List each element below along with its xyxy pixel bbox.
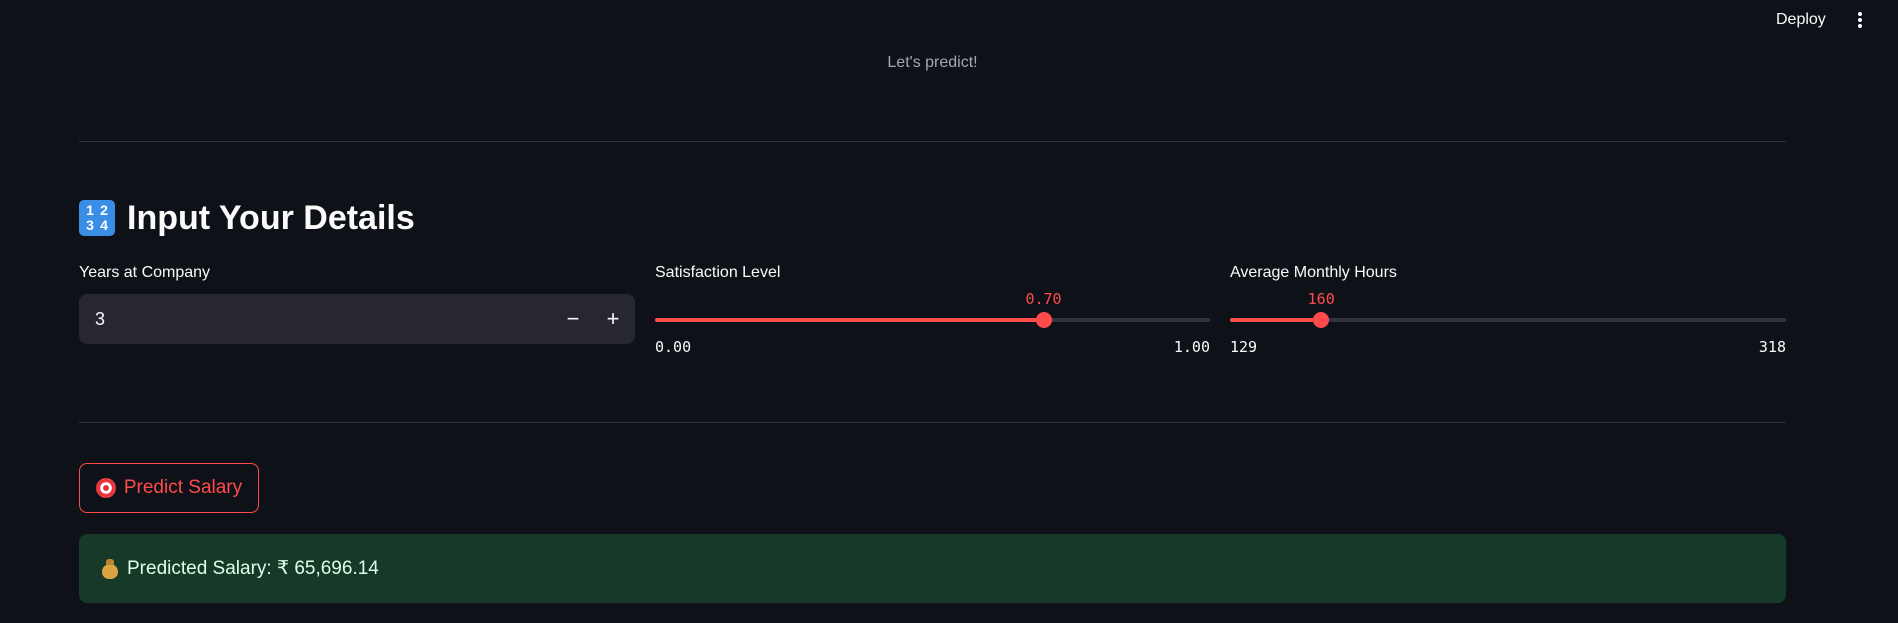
icon-digit: 2 <box>100 202 108 218</box>
prediction-text: Predicted Salary: ₹ 65,696.14 <box>127 558 379 579</box>
hours-label: Average Monthly Hours <box>1230 264 1397 281</box>
divider-bottom <box>79 422 1786 423</box>
decrement-button[interactable]: − <box>557 303 589 335</box>
page-subtitle: Let's predict! <box>887 54 978 71</box>
slider-fill <box>655 318 1044 322</box>
years-label: Years at Company <box>79 264 211 281</box>
satisfaction-slider[interactable]: 0.70 0.00 1.00 <box>655 290 1210 360</box>
section-header: 1 2 3 4 Input Your Details <box>79 196 415 240</box>
divider-top <box>79 141 1786 142</box>
slider-max-value: 318 <box>1758 338 1786 356</box>
slider-current-value: 160 <box>1307 290 1335 308</box>
predict-salary-button[interactable]: Predict Salary <box>79 463 259 513</box>
hours-slider[interactable]: 160 129 318 <box>1230 290 1786 360</box>
predict-button-label: Predict Salary <box>123 477 243 498</box>
slider-min-value: 129 <box>1230 338 1258 356</box>
icon-digit: 3 <box>86 217 94 233</box>
top-toolbar: Deploy <box>0 0 1898 40</box>
slider-current-value: 0.70 <box>1025 290 1062 308</box>
deploy-button[interactable]: Deploy <box>1768 6 1834 34</box>
slider-max-value: 1.00 <box>1173 338 1210 356</box>
slider-min-value: 0.00 <box>655 338 692 356</box>
slider-thumb[interactable] <box>1035 312 1052 328</box>
years-number-input: 3 − + <box>79 294 635 344</box>
slider-fill <box>1230 318 1322 322</box>
kebab-menu-icon[interactable] <box>1850 6 1870 34</box>
section-title: Input Your Details <box>127 198 415 237</box>
years-input-value[interactable]: 3 <box>95 294 105 344</box>
slider-thumb[interactable] <box>1313 312 1330 328</box>
prediction-result: Predicted Salary: ₹ 65,696.14 <box>79 534 1786 603</box>
moneybag-icon <box>101 558 119 579</box>
input-numbers-icon: 1 2 3 4 <box>79 200 115 236</box>
icon-digit: 1 <box>86 202 94 218</box>
icon-digit: 4 <box>100 217 108 233</box>
target-icon <box>95 478 116 498</box>
increment-button[interactable]: + <box>597 303 629 335</box>
satisfaction-label: Satisfaction Level <box>655 264 781 281</box>
